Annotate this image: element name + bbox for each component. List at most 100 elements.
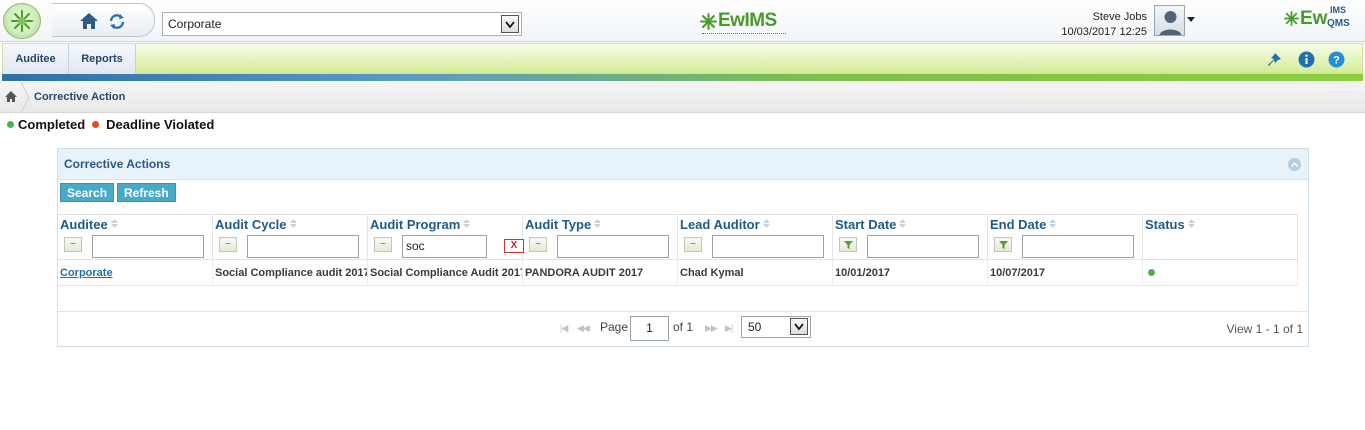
filter-operator-button[interactable]: ~ bbox=[219, 237, 237, 252]
svg-text:?: ? bbox=[1333, 55, 1340, 67]
column-title: Lead Auditor bbox=[680, 217, 760, 232]
app-logo-icon[interactable] bbox=[3, 3, 41, 39]
sort-icon[interactable] bbox=[1187, 219, 1195, 228]
cell-lead-auditor: Chad Kymal bbox=[678, 261, 833, 286]
brand-right-text: Ew bbox=[1300, 8, 1328, 29]
column-header-audit-program[interactable]: Audit Program bbox=[370, 217, 471, 232]
sort-icon[interactable] bbox=[463, 219, 471, 228]
audit-type-filter-input[interactable] bbox=[557, 235, 669, 258]
sort-icon[interactable] bbox=[289, 219, 297, 228]
column-header-audit-type[interactable]: Audit Type bbox=[525, 217, 602, 232]
pager: |◀ ◀◀ Page 1 of 1 ▶▶ ▶| 50 View 1 - 1 of… bbox=[58, 311, 1308, 347]
refresh-icon[interactable] bbox=[108, 13, 126, 33]
nav-accent-stripe bbox=[2, 74, 1363, 81]
user-name: Steve Jobs bbox=[1092, 11, 1147, 23]
column-end-date: End Date bbox=[988, 215, 1143, 261]
filter-operator-button[interactable]: ~ bbox=[529, 237, 547, 252]
collapse-icon[interactable] bbox=[1288, 158, 1301, 171]
ewims-brand-logo: EwIMS bbox=[700, 10, 786, 38]
start-date-filter-input[interactable] bbox=[867, 235, 979, 258]
ewqms-brand-logo: Ew IMS QMS bbox=[1284, 5, 1360, 35]
column-audit-program: Audit Program ~ soc X bbox=[368, 215, 524, 261]
sort-icon[interactable] bbox=[110, 219, 118, 228]
panel-title: Corrective Actions bbox=[64, 157, 171, 171]
column-audit-cycle: Audit Cycle ~ bbox=[213, 215, 368, 261]
current-datetime: 10/03/2017 12:25 bbox=[1061, 26, 1147, 38]
column-auditee: Auditee ~ bbox=[58, 215, 213, 261]
column-title: Audit Type bbox=[525, 217, 592, 232]
cell-status bbox=[1143, 261, 1298, 286]
user-avatar[interactable] bbox=[1154, 5, 1185, 36]
page-label: Page bbox=[600, 320, 629, 334]
cell-audit-program: Social Compliance Audit 2017 bbox=[368, 261, 523, 286]
filter-funnel-icon[interactable] bbox=[839, 237, 857, 252]
lead-auditor-filter-input[interactable] bbox=[712, 235, 824, 258]
column-header-lead-auditor[interactable]: Lead Auditor bbox=[680, 217, 770, 232]
cell-audit-type: PANDORA AUDIT 2017 bbox=[523, 261, 678, 286]
last-page-icon[interactable]: ▶| bbox=[725, 323, 733, 334]
clear-filter-button[interactable]: X bbox=[504, 239, 524, 253]
prev-page-icon[interactable]: ◀◀ bbox=[577, 323, 590, 334]
nav-tab-reports[interactable]: Reports bbox=[69, 44, 136, 74]
sort-icon[interactable] bbox=[1049, 219, 1057, 228]
audit-program-filter-input[interactable]: soc bbox=[402, 235, 487, 258]
info-icon[interactable] bbox=[1298, 51, 1315, 68]
sort-icon[interactable] bbox=[899, 219, 907, 228]
organization-select[interactable]: Corporate bbox=[162, 12, 522, 36]
filter-funnel-icon[interactable] bbox=[994, 237, 1012, 252]
column-header-audit-cycle[interactable]: Audit Cycle bbox=[215, 217, 297, 232]
sort-icon[interactable] bbox=[762, 219, 770, 228]
status-legend: Completed Deadline Violated bbox=[7, 117, 214, 132]
brand-right-sup: IMS bbox=[1330, 5, 1347, 15]
column-status: Status bbox=[1143, 215, 1298, 261]
nav-tab-auditee[interactable]: Auditee bbox=[3, 44, 69, 74]
column-start-date: Start Date bbox=[833, 215, 988, 261]
cell-end-date: 10/07/2017 bbox=[988, 261, 1143, 286]
column-title: Status bbox=[1145, 217, 1185, 232]
end-date-filter-input[interactable] bbox=[1022, 235, 1134, 258]
home-icon[interactable] bbox=[79, 12, 99, 33]
brand-center-text: EwIMS bbox=[718, 10, 777, 31]
search-button[interactable]: Search bbox=[60, 183, 115, 202]
page-number-input[interactable]: 1 bbox=[630, 316, 669, 341]
filter-operator-button[interactable]: ~ bbox=[64, 237, 82, 252]
flower-logo-icon bbox=[1284, 11, 1299, 26]
column-title: Start Date bbox=[835, 217, 897, 232]
sort-icon[interactable] bbox=[594, 219, 602, 228]
status-completed-dot-icon bbox=[1148, 269, 1155, 276]
legend-deadline-violated: Deadline Violated bbox=[106, 117, 215, 132]
cell-audit-cycle: Social Compliance audit 2017 bbox=[213, 261, 368, 286]
chevron-down-icon[interactable] bbox=[501, 15, 519, 33]
column-header-auditee[interactable]: Auditee bbox=[60, 217, 118, 232]
home-icon[interactable] bbox=[5, 91, 17, 105]
first-page-icon[interactable]: |◀ bbox=[560, 323, 568, 334]
column-title: Audit Cycle bbox=[215, 217, 287, 232]
home-refresh-group bbox=[52, 3, 155, 37]
column-title: Auditee bbox=[60, 217, 108, 232]
refresh-button[interactable]: Refresh bbox=[117, 183, 176, 202]
cell-auditee: Corporate bbox=[58, 261, 213, 286]
page-size-select[interactable]: 50 bbox=[741, 316, 811, 338]
next-page-icon[interactable]: ▶▶ bbox=[705, 323, 718, 334]
records-count: View 1 - 1 of 1 bbox=[1226, 322, 1304, 336]
brand-right-sub: QMS bbox=[1327, 18, 1350, 29]
user-menu-caret-icon[interactable] bbox=[1187, 17, 1195, 22]
audit-cycle-filter-input[interactable] bbox=[247, 235, 359, 258]
table-row[interactable]: Corporate Social Compliance audit 2017 S… bbox=[58, 261, 1298, 286]
column-header-end-date[interactable]: End Date bbox=[990, 217, 1057, 232]
auditee-link[interactable]: Corporate bbox=[60, 267, 113, 279]
auditee-filter-input[interactable] bbox=[92, 235, 204, 258]
filter-operator-button[interactable]: ~ bbox=[684, 237, 702, 252]
breadcrumb-current: Corrective Action bbox=[34, 91, 126, 103]
column-header-start-date[interactable]: Start Date bbox=[835, 217, 907, 232]
brand-tagline-line bbox=[702, 33, 786, 36]
panel-header: Corrective Actions bbox=[58, 149, 1308, 180]
help-icon[interactable]: ? bbox=[1328, 51, 1345, 68]
chevron-down-icon[interactable] bbox=[790, 318, 808, 335]
page-size-value: 50 bbox=[748, 320, 762, 334]
filter-operator-button[interactable]: ~ bbox=[374, 237, 392, 252]
page-count-label: of 1 bbox=[673, 320, 694, 334]
pin-icon[interactable] bbox=[1266, 51, 1283, 68]
column-header-status[interactable]: Status bbox=[1145, 217, 1195, 232]
deadline-violated-dot-icon bbox=[92, 121, 100, 128]
